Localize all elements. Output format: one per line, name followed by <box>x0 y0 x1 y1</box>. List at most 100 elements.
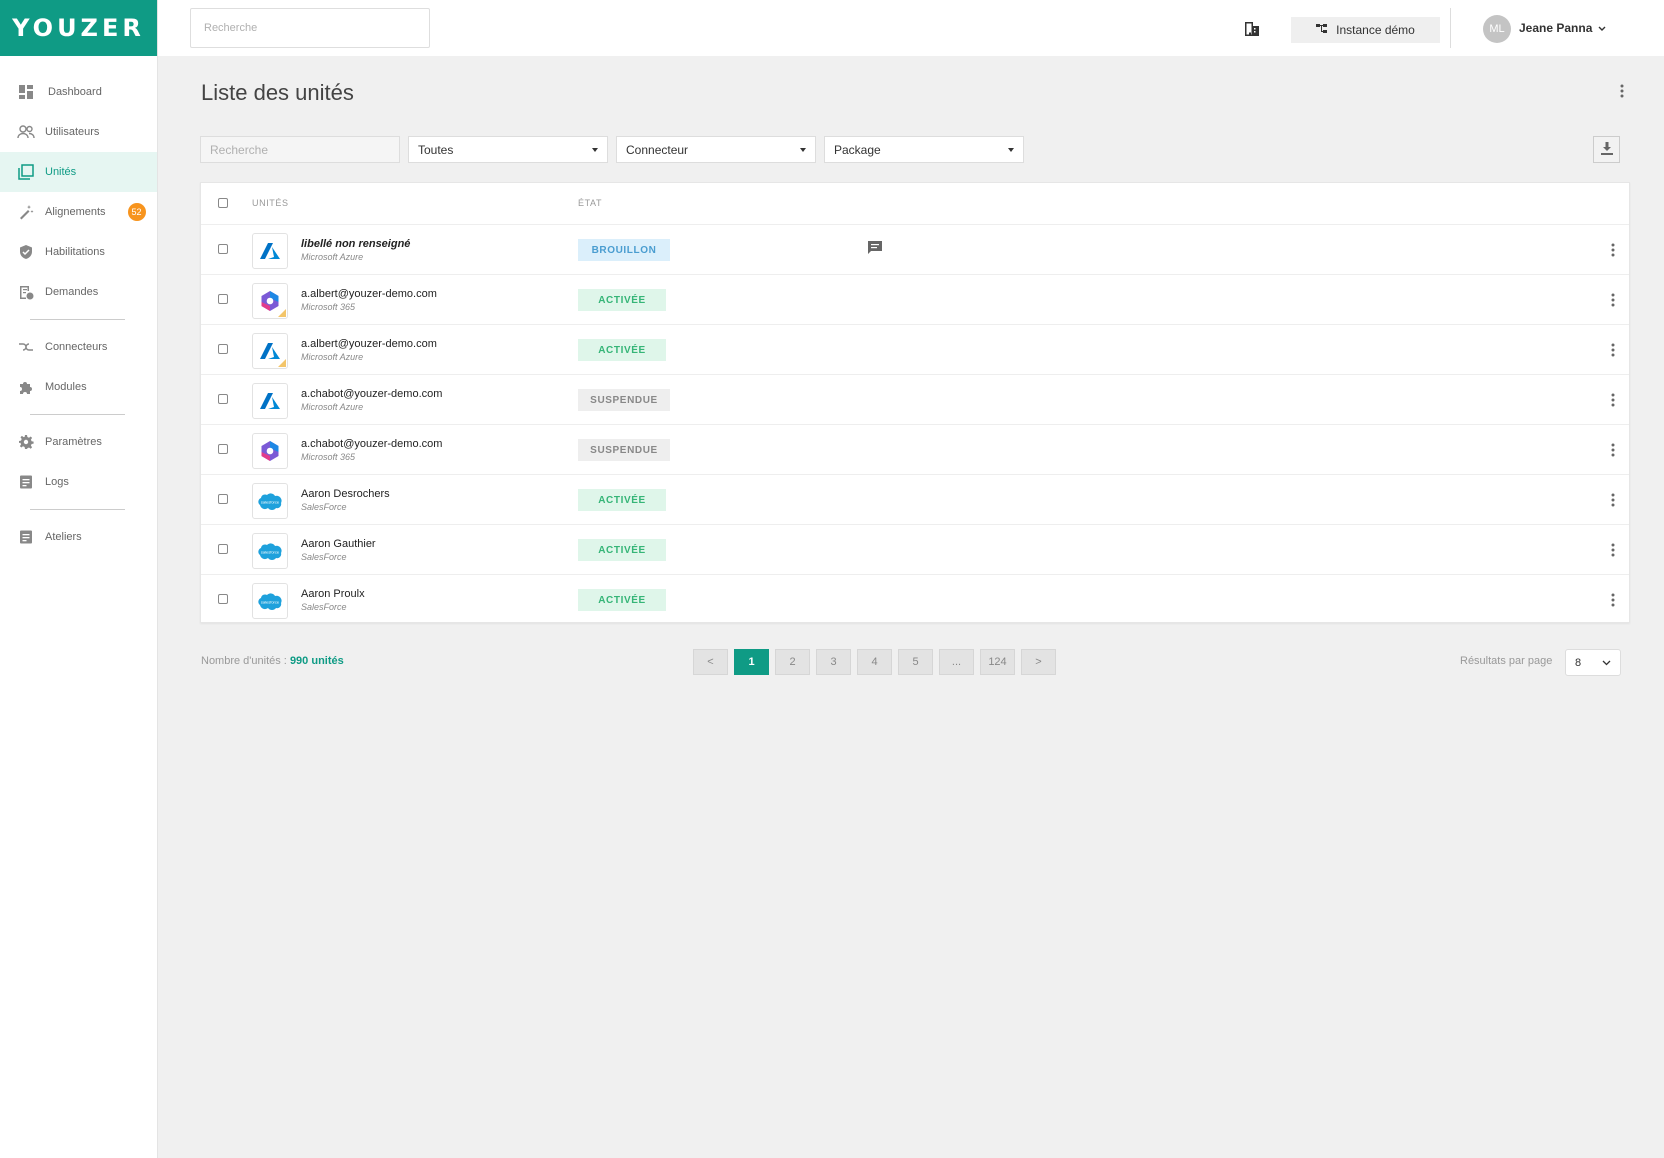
status-filter-select[interactable]: Toutes <box>408 136 608 163</box>
page-button[interactable]: 1 <box>734 649 769 675</box>
row-more-icon[interactable] <box>1606 439 1620 461</box>
instance-button[interactable]: Instance démo <box>1291 17 1440 43</box>
table-row[interactable]: libellé non renseigné Microsoft Azure BROU… <box>201 225 1629 275</box>
page-button[interactable]: 4 <box>857 649 892 675</box>
connector-icon <box>17 338 35 356</box>
comment-icon[interactable] <box>866 239 884 257</box>
sidebar-item-alignements[interactable]: Alignements 52 <box>0 192 157 232</box>
status-badge: SUSPENDUE <box>578 439 670 461</box>
results-per-page-select[interactable]: 8 <box>1565 649 1621 676</box>
page-button[interactable]: 3 <box>816 649 851 675</box>
page-button[interactable]: ... <box>939 649 974 675</box>
status-badge: ACTIVÉE <box>578 289 666 311</box>
row-checkbox[interactable] <box>218 344 228 354</box>
sidebar: YOUZER Dashboard Utilisateurs Unités Ali… <box>0 0 158 1158</box>
youzer-logo[interactable]: YOUZER <box>0 0 157 56</box>
user-menu[interactable]: Jeane Panna <box>1519 21 1606 35</box>
table-row[interactable]: salesforce Aaron Desrochers SalesForce ACTI… <box>201 475 1629 525</box>
units-table: UNITÉS ÉTAT libellé non renseigné Microso… <box>200 182 1630 623</box>
table-row[interactable]: a.albert@youzer-demo.com Microsoft 365 ACT… <box>201 275 1629 325</box>
unit-name[interactable]: a.chabot@youzer-demo.com <box>301 388 442 400</box>
row-checkbox[interactable] <box>218 494 228 504</box>
results-per-page-label: Résultats par page <box>1460 655 1553 667</box>
sidebar-item-demandes[interactable]: Demandes <box>0 272 157 312</box>
unit-name[interactable]: Aaron Desrochers <box>301 488 390 500</box>
sidebar-item-dashboard[interactable]: Dashboard <box>0 72 157 112</box>
page-button[interactable]: 124 <box>980 649 1015 675</box>
m365-logo-icon <box>252 433 288 469</box>
table-row[interactable]: a.albert@youzer-demo.com Microsoft Azure A… <box>201 325 1629 375</box>
units-count: Nombre d'unités : 990 unités <box>201 655 344 667</box>
table-row[interactable]: a.chabot@youzer-demo.com Microsoft 365 SUS… <box>201 425 1629 475</box>
table-header: UNITÉS ÉTAT <box>201 183 1629 225</box>
azure-logo-icon <box>252 383 288 419</box>
package-filter-select[interactable]: Package <box>824 136 1024 163</box>
row-checkbox[interactable] <box>218 444 228 454</box>
sidebar-item-label: Habilitations <box>45 246 105 258</box>
sidebar-item-parametres[interactable]: Paramètres <box>0 422 157 462</box>
row-more-icon[interactable] <box>1606 289 1620 311</box>
salesforce-logo-icon: salesforce <box>252 583 288 619</box>
download-button[interactable] <box>1593 136 1620 163</box>
results-per-page-value: 8 <box>1575 656 1582 669</box>
row-more-icon[interactable] <box>1606 389 1620 411</box>
select-all-checkbox[interactable] <box>218 198 228 208</box>
table-row[interactable]: salesforce Aaron Gauthier SalesForce ACTIVÉ… <box>201 525 1629 575</box>
table-row[interactable]: a.chabot@youzer-demo.com Microsoft Azure S… <box>201 375 1629 425</box>
row-more-icon[interactable] <box>1606 239 1620 261</box>
row-checkbox[interactable] <box>218 594 228 604</box>
status-badge: BROUILLON <box>578 239 670 261</box>
building-icon[interactable] <box>1243 20 1261 38</box>
row-more-icon[interactable] <box>1606 539 1620 561</box>
row-more-icon[interactable] <box>1606 489 1620 511</box>
page-button[interactable]: 2 <box>775 649 810 675</box>
sidebar-item-label: Connecteurs <box>45 341 108 353</box>
global-search-input[interactable] <box>190 8 430 48</box>
row-checkbox[interactable] <box>218 294 228 304</box>
sidebar-item-label: Alignements <box>45 206 106 218</box>
caret-down-icon <box>592 147 598 152</box>
table-row[interactable]: salesforce Aaron Proulx SalesForce ACTIVÉE <box>201 575 1629 625</box>
sidebar-item-utilisateurs[interactable]: Utilisateurs <box>0 112 157 152</box>
caret-down-icon <box>1008 147 1014 152</box>
row-checkbox[interactable] <box>218 544 228 554</box>
sidebar-item-label: Demandes <box>45 286 99 298</box>
connector-filter-select[interactable]: Connecteur <box>616 136 816 163</box>
svg-text:salesforce: salesforce <box>261 500 280 505</box>
unit-name[interactable]: Aaron Proulx <box>301 588 365 600</box>
row-checkbox[interactable] <box>218 394 228 404</box>
unit-connector: Microsoft Azure <box>301 402 364 412</box>
magic-wand-icon <box>17 203 35 221</box>
gear-icon <box>17 433 35 451</box>
status-badge: ACTIVÉE <box>578 489 666 511</box>
sidebar-item-habilitations[interactable]: Habilitations <box>0 232 157 272</box>
avatar[interactable]: ML <box>1483 15 1511 43</box>
unit-name[interactable]: a.albert@youzer-demo.com <box>301 288 437 300</box>
sidebar-item-logs[interactable]: Logs <box>0 462 157 502</box>
page-more-icon[interactable] <box>1615 80 1629 102</box>
salesforce-logo-icon: salesforce <box>252 483 288 519</box>
prev-page-button[interactable]: < <box>693 649 728 675</box>
row-checkbox[interactable] <box>218 244 228 254</box>
sidebar-item-connecteurs[interactable]: Connecteurs <box>0 327 157 367</box>
units-search-input[interactable] <box>200 136 400 163</box>
next-page-button[interactable]: > <box>1021 649 1056 675</box>
unit-name[interactable]: a.albert@youzer-demo.com <box>301 338 437 350</box>
sidebar-divider <box>30 509 125 510</box>
unit-name[interactable]: libellé non renseigné <box>301 238 410 250</box>
count-value: 990 unités <box>289 655 344 667</box>
sidebar-item-modules[interactable]: Modules <box>0 367 157 407</box>
unit-connector: Microsoft Azure <box>301 252 364 262</box>
topbar: Instance démo ML Jeane Panna <box>158 0 1664 56</box>
unit-name[interactable]: Aaron Gauthier <box>301 538 376 550</box>
sidebar-item-label: Paramètres <box>45 436 102 448</box>
page-button[interactable]: 5 <box>898 649 933 675</box>
unit-name[interactable]: a.chabot@youzer-demo.com <box>301 438 442 450</box>
row-more-icon[interactable] <box>1606 589 1620 611</box>
sidebar-item-unites[interactable]: Unités <box>0 152 157 192</box>
warning-corner-icon <box>278 359 286 367</box>
row-more-icon[interactable] <box>1606 339 1620 361</box>
puzzle-icon <box>17 378 35 396</box>
hierarchy-icon <box>1316 23 1328 38</box>
sidebar-item-ateliers[interactable]: Ateliers <box>0 517 157 557</box>
